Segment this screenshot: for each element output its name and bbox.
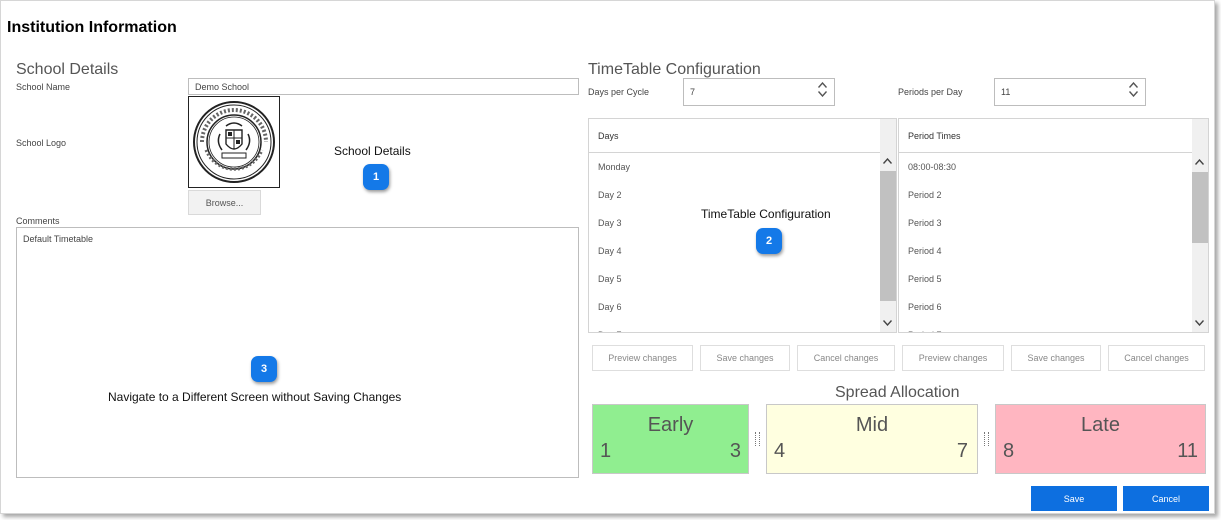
spinner-down-icon[interactable] xyxy=(818,91,827,97)
callout-3-text: Navigate to a Different Screen without S… xyxy=(108,390,402,404)
days-scroll-thumb[interactable] xyxy=(880,171,896,301)
spread-late-end: 11 xyxy=(1177,440,1198,462)
list-item[interactable]: Day 7 xyxy=(589,321,880,332)
list-item[interactable]: Day 6 xyxy=(589,293,880,321)
spread-mid-end: 7 xyxy=(956,440,968,462)
list-item[interactable]: Period 7 xyxy=(899,321,1192,332)
cancel-button[interactable]: Cancel xyxy=(1123,486,1209,511)
days-cancel-changes-button[interactable]: Cancel changes xyxy=(797,345,895,371)
comments-textarea[interactable]: Default Timetable xyxy=(16,227,579,478)
spread-early-end: 3 xyxy=(729,440,741,462)
days-save-changes-button[interactable]: Save changes xyxy=(700,345,790,371)
list-item[interactable]: Period 5 xyxy=(899,265,1192,293)
callout-3-badge: 3 xyxy=(251,356,277,382)
spread-allocation-title: Spread Allocation xyxy=(835,384,960,401)
spread-late-label: Late xyxy=(1081,414,1120,436)
callout-2-text: TimeTable Configuration xyxy=(701,207,831,221)
spinner-up-icon[interactable] xyxy=(1129,82,1138,88)
days-preview-changes-button[interactable]: Preview changes xyxy=(592,345,693,371)
scroll-down-icon[interactable] xyxy=(883,320,892,326)
comments-text: Default Timetable xyxy=(23,234,94,244)
callout-1-badge: 1 xyxy=(363,164,389,190)
school-logo-label: School Logo xyxy=(16,138,67,148)
comments-label: Comments xyxy=(16,216,60,226)
list-item[interactable]: Period 4 xyxy=(899,237,1192,265)
spread-late-card[interactable]: Late 8 11 xyxy=(995,404,1206,474)
callout-1-text: School Details xyxy=(334,144,411,158)
school-details-title: School Details xyxy=(16,61,119,78)
school-logo-image xyxy=(188,96,280,188)
scroll-up-icon[interactable] xyxy=(1195,159,1204,165)
save-button[interactable]: Save xyxy=(1031,486,1117,511)
list-item[interactable]: Period 6 xyxy=(899,293,1192,321)
days-list-header: Days xyxy=(589,119,880,153)
spread-divider-handle-1[interactable] xyxy=(755,432,760,446)
list-item[interactable]: Day 5 xyxy=(589,265,880,293)
scroll-up-icon[interactable] xyxy=(883,158,892,164)
school-name-label: School Name xyxy=(16,82,71,92)
periods-save-changes-button[interactable]: Save changes xyxy=(1011,345,1101,371)
spread-early-label: Early xyxy=(647,414,694,436)
periods-preview-changes-button[interactable]: Preview changes xyxy=(902,345,1004,371)
periods-per-day-value: 11 xyxy=(1001,87,1011,97)
list-item[interactable]: Day 2 xyxy=(589,181,880,209)
spread-mid-start: 4 xyxy=(774,440,786,462)
scroll-down-icon[interactable] xyxy=(1195,320,1204,326)
spread-divider-handle-2[interactable] xyxy=(984,432,989,446)
spread-late-start: 8 xyxy=(1003,440,1015,462)
list-item[interactable]: Period 2 xyxy=(899,181,1192,209)
timetable-title: TimeTable Configuration xyxy=(588,61,761,78)
periods-per-day-spinner[interactable]: 11 xyxy=(994,78,1146,106)
school-name-input[interactable]: Demo School xyxy=(188,78,579,95)
periods-cancel-changes-button[interactable]: Cancel changes xyxy=(1108,345,1205,371)
period-times-list-header: Period Times xyxy=(899,119,1192,153)
spinner-down-icon[interactable] xyxy=(1129,91,1138,97)
period-times-scroll-thumb[interactable] xyxy=(1192,172,1208,243)
days-per-cycle-label: Days per Cycle xyxy=(588,87,650,97)
spread-mid-label: Mid xyxy=(855,414,889,436)
list-item[interactable]: Day 4 xyxy=(589,237,880,265)
days-list[interactable]: Days Monday Day 2 Day 3 Day 4 Day 5 Day … xyxy=(588,118,897,333)
spinner-up-icon[interactable] xyxy=(818,82,827,88)
period-times-list[interactable]: Period Times 08:00-08:30 Period 2 Period… xyxy=(898,118,1209,333)
period-times-scrollbar[interactable] xyxy=(1192,119,1208,332)
list-item[interactable]: Period 3 xyxy=(899,209,1192,237)
spread-early-card[interactable]: Early 1 3 xyxy=(592,404,749,474)
list-item[interactable]: Monday xyxy=(589,153,880,181)
days-scrollbar[interactable] xyxy=(880,119,896,332)
list-item[interactable]: 08:00-08:30 xyxy=(899,153,1192,181)
page-title: Institution Information xyxy=(7,19,177,36)
school-seal-icon xyxy=(193,101,275,183)
spread-mid-card[interactable]: Mid 4 7 xyxy=(766,404,978,474)
browse-button[interactable]: Browse... xyxy=(188,190,261,215)
days-per-cycle-value: 7 xyxy=(690,87,696,97)
days-per-cycle-spinner[interactable]: 7 xyxy=(683,78,835,106)
periods-per-day-label: Periods per Day xyxy=(898,87,963,97)
callout-2-badge: 2 xyxy=(756,228,782,254)
spread-early-start: 1 xyxy=(600,440,612,462)
